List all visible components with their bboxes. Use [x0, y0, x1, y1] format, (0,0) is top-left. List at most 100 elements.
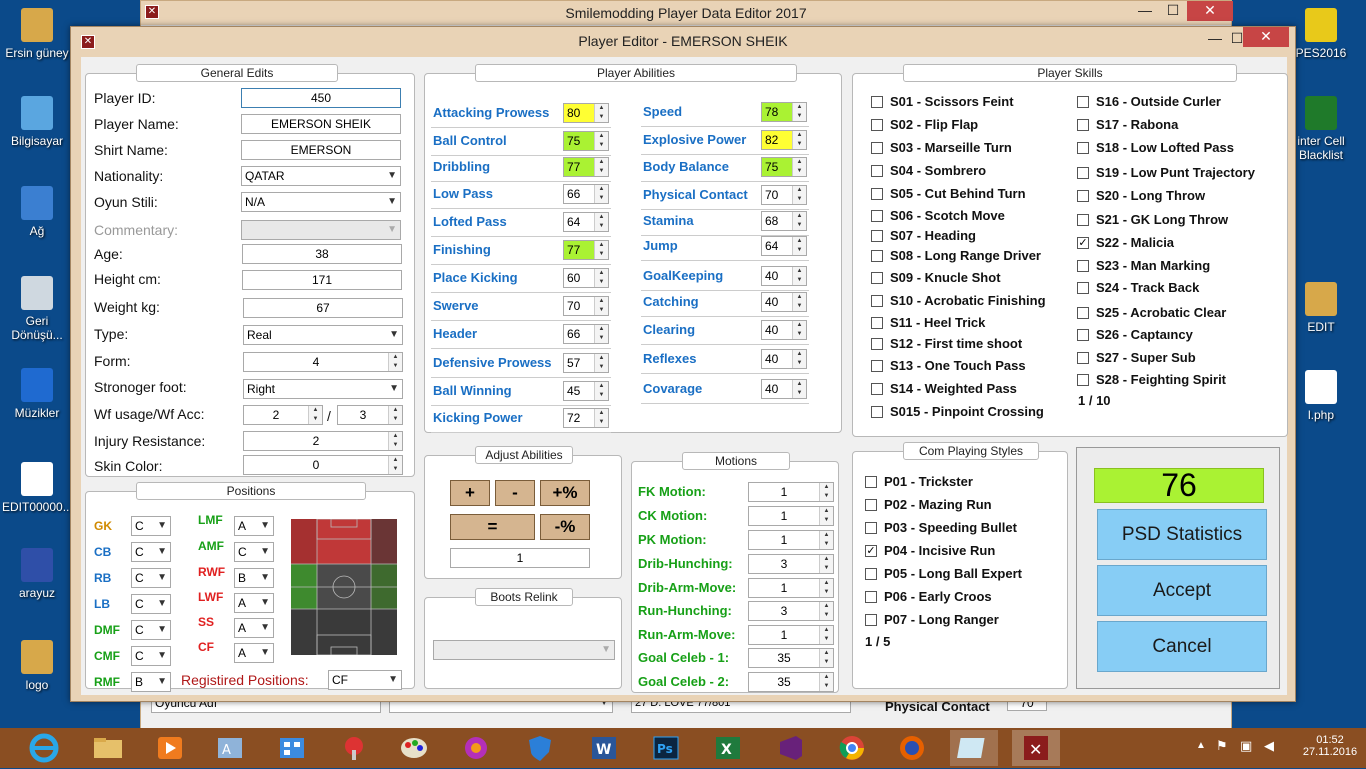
spinner-arrows-icon[interactable]: ▲ ▼ — [819, 602, 833, 620]
window-app-icon[interactable] — [950, 730, 998, 766]
spinner-arrows-icon[interactable]: ▲ ▼ — [819, 555, 833, 573]
spinner-arrows-icon[interactable]: ▲ ▼ — [819, 673, 833, 691]
skill-checkbox[interactable] — [1077, 214, 1089, 226]
accept-button[interactable]: Accept — [1097, 565, 1267, 616]
ability-stepper[interactable]: 68 ▲ ▼ — [761, 211, 807, 231]
spinner-arrows-icon[interactable]: ▲ ▼ — [819, 626, 833, 644]
skill-checkbox[interactable] — [871, 317, 883, 329]
spinner-arrows-icon[interactable]: ▲ ▼ — [594, 241, 608, 259]
cancel-button[interactable]: Cancel — [1097, 621, 1267, 672]
position-rating-dropdown[interactable]: A ▼ — [234, 643, 274, 663]
skill-checkbox[interactable] — [871, 142, 883, 154]
weight-field[interactable]: 67 — [243, 298, 403, 318]
desktop-icon[interactable]: PES2016 — [1286, 8, 1356, 60]
ability-stepper[interactable]: 78 ▲ ▼ — [761, 102, 807, 122]
position-rating-dropdown[interactable]: C ▼ — [131, 594, 171, 614]
editor-close-button[interactable]: ✕ — [1243, 27, 1289, 47]
desktop-icon[interactable]: Bilgisayar — [2, 96, 72, 148]
com-style-checkbox[interactable] — [865, 476, 877, 488]
spinner-arrows-icon[interactable]: ▲ ▼ — [792, 380, 806, 398]
skin-stepper[interactable]: 0 ▲ ▼ — [243, 455, 403, 475]
motion-stepper[interactable]: 35 ▲ ▼ — [748, 672, 834, 692]
position-rating-dropdown[interactable]: C ▼ — [234, 542, 274, 562]
spinner-arrows-icon[interactable]: ▲ ▼ — [594, 354, 608, 372]
excel-icon[interactable]: X — [708, 732, 748, 764]
spinner-arrows-icon[interactable]: ▲ ▼ — [792, 103, 806, 121]
skill-checkbox[interactable] — [871, 295, 883, 307]
nationality-dropdown[interactable]: QATAR ▼ — [241, 166, 401, 186]
desktop-icon[interactable]: logo — [2, 640, 72, 692]
injury-stepper[interactable]: 2 ▲ ▼ — [243, 431, 403, 451]
com-style-checkbox[interactable] — [865, 591, 877, 603]
spinner-arrows-icon[interactable]: ▲ ▼ — [388, 406, 402, 424]
ability-stepper[interactable]: 40 ▲ ▼ — [761, 266, 807, 286]
skill-checkbox[interactable] — [1077, 352, 1089, 364]
position-rating-dropdown[interactable]: B ▼ — [131, 672, 171, 692]
spinner-arrows-icon[interactable]: ▲ ▼ — [594, 213, 608, 231]
ability-stepper[interactable]: 64 ▲ ▼ — [761, 236, 807, 256]
shirt-name-field[interactable]: EMERSON — [241, 140, 401, 160]
desktop-icon[interactable]: EDIT00000... — [2, 462, 73, 514]
skill-checkbox[interactable] — [1077, 282, 1089, 294]
skill-checkbox[interactable] — [871, 188, 883, 200]
adjust-value-field[interactable]: 1 — [450, 548, 590, 568]
ability-stepper[interactable]: 72 ▲ ▼ — [563, 408, 609, 428]
desktop-icon[interactable]: Müzikler — [2, 368, 72, 420]
skill-checkbox[interactable] — [1077, 119, 1089, 131]
motion-stepper[interactable]: 3 ▲ ▼ — [748, 601, 834, 621]
ability-stepper[interactable]: 66 ▲ ▼ — [563, 324, 609, 344]
spinner-arrows-icon[interactable]: ▲ ▼ — [594, 158, 608, 176]
type-dropdown[interactable]: Real ▼ — [243, 325, 403, 345]
photoshop-icon[interactable]: Ps — [646, 732, 686, 764]
chrome-icon[interactable] — [832, 732, 872, 764]
skill-checkbox[interactable] — [871, 272, 883, 284]
motion-stepper[interactable]: 1 ▲ ▼ — [748, 625, 834, 645]
tray-chevron-icon[interactable]: ▲ — [1196, 740, 1206, 751]
desktop-icon[interactable]: Geri Dönüşü... — [2, 276, 72, 342]
position-rating-dropdown[interactable]: C ▼ — [131, 516, 171, 536]
com-style-checkbox[interactable] — [865, 522, 877, 534]
spinner-arrows-icon[interactable]: ▲ ▼ — [792, 131, 806, 149]
psd-statistics-button[interactable]: PSD Statistics — [1097, 509, 1267, 560]
outer-minimize-button[interactable]: — — [1131, 1, 1159, 21]
ability-stepper[interactable]: 64 ▲ ▼ — [563, 212, 609, 232]
skill-checkbox[interactable] — [871, 360, 883, 372]
firefox-icon[interactable] — [892, 732, 932, 764]
spinner-arrows-icon[interactable]: ▲ ▼ — [792, 267, 806, 285]
skill-checkbox[interactable] — [871, 165, 883, 177]
ability-stepper[interactable]: 57 ▲ ▼ — [563, 353, 609, 373]
spinner-arrows-icon[interactable]: ▲ ▼ — [792, 186, 806, 204]
spinner-arrows-icon[interactable]: ▲ ▼ — [594, 104, 608, 122]
spinner-arrows-icon[interactable]: ▲ ▼ — [388, 432, 402, 450]
position-rating-dropdown[interactable]: C ▼ — [131, 568, 171, 588]
boots-dropdown[interactable]: ▼ — [433, 640, 615, 660]
spinner-arrows-icon[interactable]: ▲ ▼ — [792, 212, 806, 230]
spinner-arrows-icon[interactable]: ▲ ▼ — [388, 456, 402, 474]
network-icon[interactable]: ▣ — [1240, 738, 1252, 754]
volume-icon[interactable]: ◀ — [1264, 738, 1274, 754]
skill-checkbox[interactable] — [871, 119, 883, 131]
ability-stepper[interactable]: 66 ▲ ▼ — [563, 184, 609, 204]
ability-stepper[interactable]: 77 ▲ ▼ — [563, 240, 609, 260]
outer-maximize-button[interactable]: ☐ — [1159, 1, 1187, 21]
position-rating-dropdown[interactable]: A ▼ — [234, 593, 274, 613]
ability-stepper[interactable]: 40 ▲ ▼ — [761, 320, 807, 340]
skill-checkbox[interactable] — [1077, 260, 1089, 272]
security-shield-icon[interactable] — [520, 732, 560, 764]
spinner-arrows-icon[interactable]: ▲ ▼ — [819, 531, 833, 549]
spinner-arrows-icon[interactable]: ▲ ▼ — [819, 649, 833, 667]
position-rating-dropdown[interactable]: A ▼ — [234, 516, 274, 536]
ability-stepper[interactable]: 75 ▲ ▼ — [761, 157, 807, 177]
visual-studio-icon[interactable] — [770, 732, 810, 764]
style-dropdown[interactable]: N/A ▼ — [241, 192, 401, 212]
spinner-arrows-icon[interactable]: ▲ ▼ — [792, 293, 806, 311]
position-rating-dropdown[interactable]: C ▼ — [131, 620, 171, 640]
wf-acc-stepper[interactable]: 3 ▲ ▼ — [337, 405, 403, 425]
spinner-arrows-icon[interactable]: ▲ ▼ — [594, 325, 608, 343]
spinner-arrows-icon[interactable]: ▲ ▼ — [792, 237, 806, 255]
skill-checkbox[interactable] — [1077, 374, 1089, 386]
commentary-dropdown[interactable]: ▼ — [241, 220, 401, 240]
desktop-icon[interactable]: Ağ — [2, 186, 72, 238]
skill-checkbox[interactable] — [871, 230, 883, 242]
motion-stepper[interactable]: 3 ▲ ▼ — [748, 554, 834, 574]
